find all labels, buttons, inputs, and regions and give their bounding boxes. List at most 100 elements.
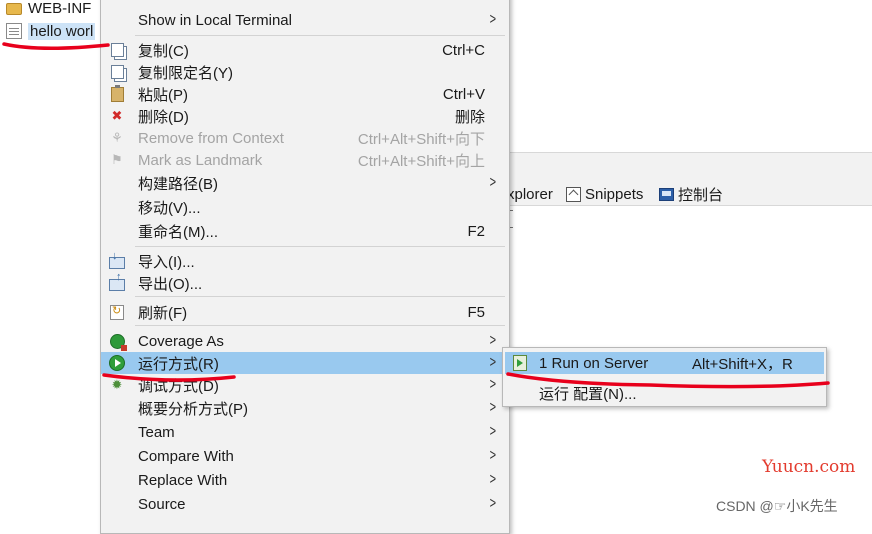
export-icon xyxy=(109,271,125,291)
menu-item-show-in-local-terminal[interactable]: Show in Local Terminal > xyxy=(101,9,509,31)
folder-icon xyxy=(6,3,22,15)
copy-icon xyxy=(109,42,125,58)
submenu-arrow-icon: > xyxy=(489,423,496,441)
menu-item-label: 复制限定名(Y) xyxy=(138,64,233,82)
coverage-icon xyxy=(109,333,127,351)
menu-item-label: 导出(O)... xyxy=(138,275,203,293)
remove-context-icon: ⚘ xyxy=(111,130,123,145)
menu-item-copy-qualified-name[interactable]: 复制限定名(Y) xyxy=(101,61,509,83)
menu-item-label: Source xyxy=(138,495,186,513)
menu-item-remove-from-context: ⚘ Remove from Context Ctrl+Alt+Shift+向下 xyxy=(101,127,509,149)
paste-icon xyxy=(109,84,125,102)
debug-icon: ✹ xyxy=(111,377,123,392)
menu-item-label: Coverage As xyxy=(138,332,224,350)
delete-icon: ✖ xyxy=(111,108,123,123)
submenu-arrow-icon: > xyxy=(489,471,496,489)
menu-item-refresh[interactable]: 刷新(F) F5 xyxy=(101,301,509,323)
import-icon xyxy=(109,250,125,269)
menu-item-shortcut: F5 xyxy=(467,303,485,321)
menu-separator xyxy=(135,246,505,247)
submenu-item-run-configurations[interactable]: 运行 配置(N)... xyxy=(505,382,824,404)
run-as-submenu: 1 Run on Server Alt+Shift+X，R 运行 配置(N)..… xyxy=(502,347,827,407)
menu-item-label: 概要分析方式(P) xyxy=(138,400,248,418)
menu-item-label: 调试方式(D) xyxy=(138,377,219,395)
menu-item-label: 导入(I)... xyxy=(138,253,195,271)
menu-item-label: 移动(V)... xyxy=(138,199,201,217)
menu-item-profile-as[interactable]: 概要分析方式(P) > xyxy=(101,397,509,419)
menu-item-label: 重命名(M)... xyxy=(138,223,218,241)
tree-item-hello-world-jsp[interactable]: hello worl xyxy=(6,20,96,42)
menu-item-import[interactable]: 导入(I)... xyxy=(101,250,509,272)
menu-item-move[interactable]: 移动(V)... xyxy=(101,196,509,218)
run-on-server-icon xyxy=(512,355,528,371)
tree-item-web-inf[interactable]: WEB-INF xyxy=(6,0,91,19)
menu-item-label: Show in Local Terminal xyxy=(138,11,292,29)
run-icon xyxy=(109,355,125,371)
submenu-item-shortcut: Alt+Shift+X，R xyxy=(692,355,793,373)
menu-item-build-path[interactable]: 构建路径(B) > xyxy=(101,172,509,194)
menu-item-shortcut: Ctrl+Alt+Shift+向下 xyxy=(357,130,485,148)
menu-item-run-as[interactable]: 运行方式(R) > xyxy=(101,352,509,374)
menu-item-shortcut: Ctrl+Alt+Shift+向上 xyxy=(357,152,485,170)
menu-item-shortcut: F2 xyxy=(467,222,485,240)
submenu-arrow-icon: > xyxy=(489,174,496,192)
submenu-item-label: 1 Run on Server xyxy=(539,354,649,372)
menu-item-label: 构建路径(B) xyxy=(138,175,218,193)
tab-label: xplorer xyxy=(507,185,553,203)
menu-item-label: 运行方式(R) xyxy=(138,355,219,373)
menu-item-label: Compare With xyxy=(138,447,234,465)
menu-item-shortcut: Ctrl+C xyxy=(442,41,485,59)
site-watermark: Yuucn.com xyxy=(762,457,856,477)
menu-item-label: 删除(D) xyxy=(138,108,189,126)
menu-item-label: 复制(C) xyxy=(138,42,189,60)
menu-item-replace-with[interactable]: Replace With > xyxy=(101,469,509,491)
menu-item-source[interactable]: Source > xyxy=(101,493,509,515)
menu-item-compare-with[interactable]: Compare With > xyxy=(101,445,509,467)
submenu-arrow-icon: > xyxy=(489,447,496,465)
menu-item-shortcut: Ctrl+V xyxy=(442,85,485,103)
tree-item-label: hello worl xyxy=(28,22,96,40)
menu-item-label: Remove from Context xyxy=(138,129,284,147)
tab-label: 控制台 xyxy=(678,186,724,204)
submenu-item-run-on-server[interactable]: 1 Run on Server Alt+Shift+X，R xyxy=(505,352,824,374)
underline-hello-world xyxy=(2,42,110,51)
menu-item-mark-as-landmark: ⚑ Mark as Landmark Ctrl+Alt+Shift+向上 xyxy=(101,149,509,171)
menu-item-export[interactable]: 导出(O)... xyxy=(101,271,509,294)
menu-item-shortcut: 删除 xyxy=(454,108,485,126)
submenu-arrow-icon: > xyxy=(489,376,496,394)
menu-item-copy[interactable]: 复制(C) Ctrl+C xyxy=(101,39,509,61)
author-watermark: CSDN @☞小K先生 xyxy=(716,498,838,514)
menu-item-coverage-as[interactable]: Coverage As > xyxy=(101,330,509,352)
menu-item-rename[interactable]: 重命名(M)... F2 xyxy=(101,220,509,242)
submenu-arrow-icon: > xyxy=(489,11,496,29)
tab-label: Snippets xyxy=(585,185,644,203)
menu-separator xyxy=(135,296,505,297)
copy-qualified-name-icon xyxy=(109,64,125,80)
snippets-icon xyxy=(566,186,581,202)
refresh-icon xyxy=(109,304,125,320)
console-icon xyxy=(659,187,674,201)
submenu-arrow-icon: > xyxy=(489,332,496,350)
menu-separator xyxy=(135,35,505,36)
tab-snippets[interactable]: Snippets xyxy=(566,185,643,203)
menu-item-delete[interactable]: ✖ 删除(D) 删除 xyxy=(101,105,509,127)
menu-item-label: Mark as Landmark xyxy=(138,151,263,169)
jsp-file-icon xyxy=(6,23,22,39)
tab-console[interactable]: 控制台 xyxy=(659,185,724,204)
submenu-arrow-icon: > xyxy=(489,399,496,417)
context-menu: Show in Local Terminal > 复制(C) Ctrl+C 复制… xyxy=(100,0,510,534)
menu-item-label: 刷新(F) xyxy=(138,304,188,322)
menu-separator xyxy=(135,325,505,326)
menu-item-label: Team xyxy=(138,423,175,441)
submenu-item-label: 运行 配置(N)... xyxy=(539,385,637,403)
submenu-arrow-icon: > xyxy=(489,495,496,513)
tab-project-explorer[interactable]: xplorer xyxy=(507,185,553,203)
landmark-icon: ⚑ xyxy=(111,152,123,167)
submenu-arrow-icon: > xyxy=(489,354,496,372)
menu-item-team[interactable]: Team > xyxy=(101,421,509,443)
menu-item-paste[interactable]: 粘贴(P) Ctrl+V xyxy=(101,83,509,105)
menu-item-debug-as[interactable]: ✹ 调试方式(D) > xyxy=(101,374,509,396)
tree-item-label: WEB-INF xyxy=(28,0,92,17)
menu-item-label: Replace With xyxy=(138,471,228,489)
menu-item-label: 粘贴(P) xyxy=(138,86,188,104)
